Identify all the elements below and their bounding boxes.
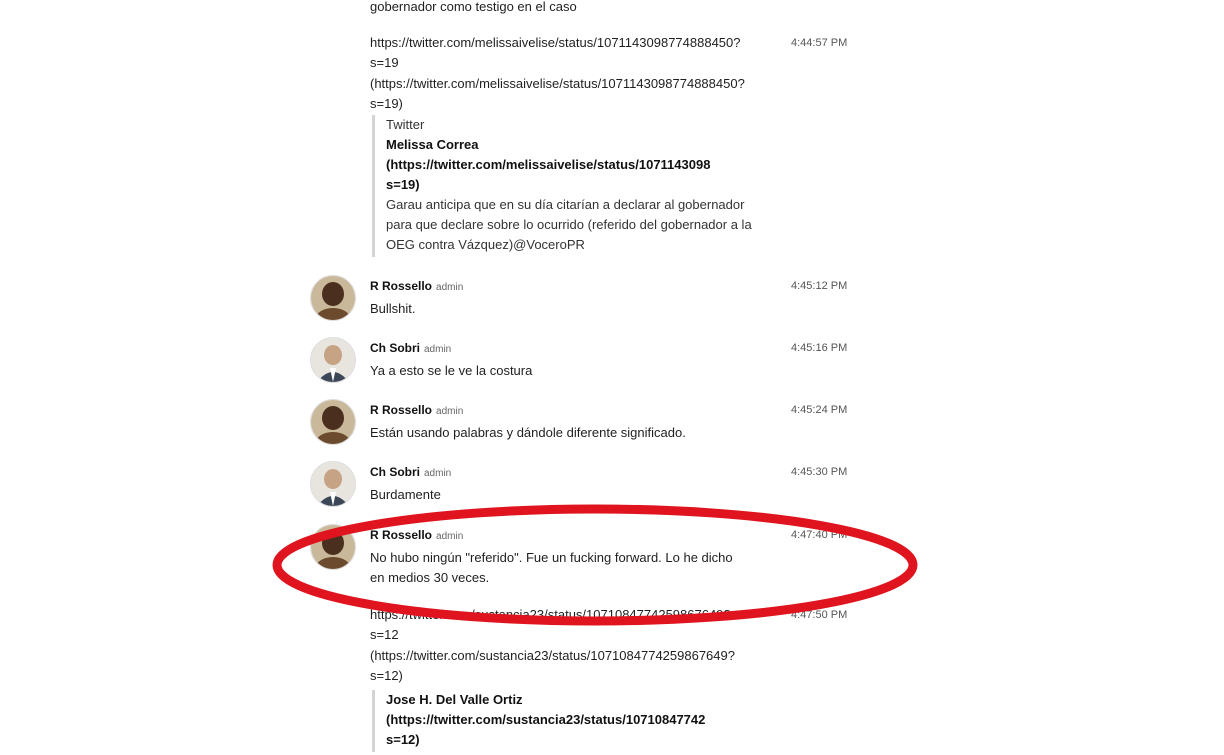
- chat-transcript: gobernador como testigo en el caso https…: [0, 0, 1224, 755]
- tweet-link[interactable]: s=19): [370, 94, 403, 114]
- attachment-service: Twitter: [386, 117, 425, 132]
- attachment-author[interactable]: Melissa Correa: [386, 135, 782, 155]
- admin-badge: admin: [436, 282, 464, 293]
- attachment-author[interactable]: Jose H. Del Valle Ortiz: [386, 690, 782, 710]
- sender-name[interactable]: R Rossello: [370, 279, 432, 293]
- message-timestamp[interactable]: 4:45:16 PM: [791, 342, 847, 354]
- sender-name[interactable]: R Rossello: [370, 403, 432, 417]
- attachment-body: OEG contra Vázquez)@VoceroPR: [386, 237, 585, 252]
- message-text: gobernador como testigo en el caso: [370, 0, 577, 14]
- message-timestamp[interactable]: 4:45:12 PM: [791, 280, 847, 292]
- sender-name[interactable]: Ch Sobri: [370, 341, 420, 355]
- attachment-author-link[interactable]: s=19): [386, 175, 782, 195]
- message-text: Están usando palabras y dándole diferent…: [370, 425, 686, 440]
- message-text: Bullshit.: [370, 301, 416, 316]
- message-timestamp[interactable]: 4:45:24 PM: [791, 404, 847, 416]
- avatar-photo-icon: [311, 400, 355, 444]
- avatar-photo-icon: [311, 338, 355, 382]
- tweet-link[interactable]: (https://twitter.com/melissaivelise/stat…: [370, 74, 745, 94]
- avatar[interactable]: [310, 337, 356, 383]
- avatar[interactable]: [310, 399, 356, 445]
- attachment-author-link[interactable]: (https://twitter.com/melissaivelise/stat…: [386, 155, 782, 175]
- message-text: Ya a esto se le ve la costura: [370, 363, 533, 378]
- tweet-link[interactable]: s=19: [370, 53, 399, 73]
- message-timestamp[interactable]: 4:44:57 PM: [791, 37, 847, 49]
- sender-name[interactable]: Ch Sobri: [370, 465, 420, 479]
- highlight-ellipse: [272, 504, 918, 626]
- tweet-link[interactable]: https://twitter.com/melissaivelise/statu…: [370, 33, 741, 53]
- attachment-author-link[interactable]: (https://twitter.com/sustancia23/status/…: [386, 710, 782, 730]
- attachment-body: para que declare sobre lo ocurrido (refe…: [386, 217, 752, 232]
- admin-badge: admin: [436, 406, 464, 417]
- attachment-author-link[interactable]: s=12): [386, 730, 782, 750]
- avatar[interactable]: [310, 275, 356, 321]
- message-sender: R Rossello admin: [370, 403, 463, 417]
- message-sender: Ch Sobri admin: [370, 341, 451, 355]
- message-sender: R Rossello admin: [370, 279, 463, 293]
- avatar-photo-icon: [311, 276, 355, 320]
- message-sender: Ch Sobri admin: [370, 465, 451, 479]
- link-preview[interactable]: Jose H. Del Valle Ortiz (https://twitter…: [372, 690, 782, 752]
- admin-badge: admin: [424, 344, 452, 355]
- link-preview[interactable]: Twitter Melissa Correa (https://twitter.…: [372, 115, 782, 257]
- attachment-body: Garau anticipa que en su día citarían a …: [386, 197, 745, 212]
- tweet-link[interactable]: (https://twitter.com/sustancia23/status/…: [370, 646, 735, 666]
- tweet-link[interactable]: s=12): [370, 666, 403, 686]
- admin-badge: admin: [424, 468, 452, 479]
- message-timestamp[interactable]: 4:45:30 PM: [791, 466, 847, 478]
